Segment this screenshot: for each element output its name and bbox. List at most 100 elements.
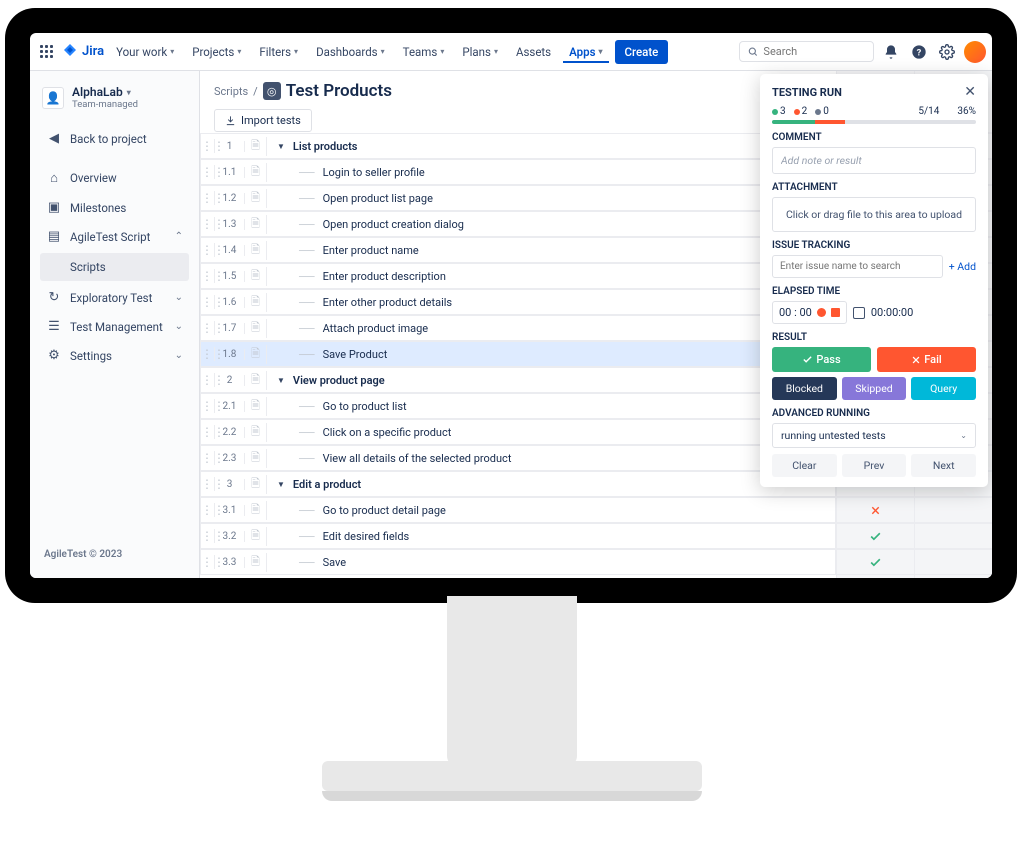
test-step-row[interactable]: ⋮⋮2.1🗎──Go to product list	[200, 393, 836, 419]
document-icon[interactable]: 🗎	[245, 241, 267, 260]
nav-teams[interactable]: Teams▾	[397, 41, 451, 63]
test-step-row[interactable]: ⋮⋮1.4🗎──Enter product name	[200, 237, 836, 263]
nav-assets[interactable]: Assets	[510, 41, 557, 63]
nav-dashboards[interactable]: Dashboards▾	[310, 41, 391, 63]
document-icon[interactable]: 🗎	[245, 449, 267, 468]
query-button[interactable]: Query	[911, 377, 976, 400]
drag-handle-icon[interactable]: ⋮⋮	[201, 399, 215, 413]
result-cell[interactable]	[915, 549, 992, 575]
nav-filters[interactable]: Filters▾	[253, 41, 304, 63]
document-icon[interactable]: 🗎	[245, 319, 267, 338]
issue-search-input[interactable]	[772, 255, 943, 278]
prev-button[interactable]: Prev	[842, 454, 907, 477]
copy-icon[interactable]	[853, 307, 865, 319]
user-avatar[interactable]	[964, 41, 986, 63]
drag-handle-icon[interactable]: ⋮⋮	[201, 477, 215, 491]
document-icon[interactable]: 🗎	[245, 397, 267, 416]
drag-handle-icon[interactable]: ⋮⋮	[201, 425, 215, 439]
sidebar-overview[interactable]: ⌂Overview	[40, 163, 189, 193]
timer-controls[interactable]: 00 : 00	[772, 301, 847, 324]
drag-handle-icon[interactable]: ⋮⋮	[201, 451, 215, 465]
document-icon[interactable]: 🗎	[245, 163, 267, 182]
test-step-row[interactable]: ⋮⋮1.3🗎──Open product creation dialog	[200, 211, 836, 237]
sidebar-milestones[interactable]: ▣Milestones	[40, 193, 189, 222]
document-icon[interactable]: 🗎	[245, 553, 267, 572]
sidebar-agiletest-script[interactable]: ▤AgileTest Script⌃	[40, 222, 189, 251]
sidebar-settings[interactable]: ⚙Settings⌄	[40, 341, 189, 370]
clear-button[interactable]: Clear	[772, 454, 837, 477]
test-step-row[interactable]: ⋮⋮3.3🗎──Save	[200, 549, 836, 575]
fail-button[interactable]: Fail	[877, 347, 976, 372]
document-icon[interactable]: 🗎	[245, 345, 267, 364]
advanced-select[interactable]: running untested tests ⌄	[772, 423, 976, 448]
test-step-row[interactable]: ⋮⋮1.1🗎──Login to seller profile	[200, 159, 836, 185]
test-step-row[interactable]: ⋮⋮1.8🗎──Save Product	[200, 341, 836, 367]
document-icon[interactable]: 🗎	[245, 527, 267, 546]
test-step-row[interactable]: ⋮⋮2.3🗎──View all details of the selected…	[200, 445, 836, 471]
record-icon[interactable]	[817, 308, 826, 317]
result-cell[interactable]	[837, 549, 914, 575]
nav-plans[interactable]: Plans▾	[456, 41, 504, 63]
import-tests-button[interactable]: Import tests	[214, 109, 312, 132]
search-input[interactable]	[739, 41, 874, 62]
test-step-row[interactable]: ⋮⋮1.2🗎──Open product list page	[200, 185, 836, 211]
help-icon[interactable]: ?	[908, 41, 930, 63]
test-step-row[interactable]: ⋮⋮1.5🗎──Enter product description	[200, 263, 836, 289]
document-icon[interactable]: 🗎	[245, 293, 267, 312]
upload-dropzone[interactable]: Click or drag file to this area to uploa…	[772, 197, 976, 232]
test-step-row[interactable]: ⋮⋮1.7🗎──Attach product image	[200, 315, 836, 341]
drag-handle-icon[interactable]: ⋮⋮	[201, 347, 215, 361]
stop-icon[interactable]	[831, 308, 840, 317]
drag-handle-icon[interactable]: ⋮⋮	[201, 139, 215, 153]
nav-your-work[interactable]: Your work▾	[110, 41, 180, 63]
drag-handle-icon[interactable]: ⋮⋮	[201, 529, 215, 543]
pass-button[interactable]: Pass	[772, 347, 871, 372]
document-icon[interactable]: 🗎	[245, 137, 267, 156]
test-step-row[interactable]: ⋮⋮2.2🗎──Click on a specific product	[200, 419, 836, 445]
jira-logo[interactable]: Jira	[62, 44, 104, 60]
test-step-row[interactable]: ⋮⋮3.2🗎──Edit desired fields	[200, 523, 836, 549]
document-icon[interactable]: 🗎	[245, 371, 267, 390]
drag-handle-icon[interactable]: ⋮⋮	[201, 295, 215, 309]
result-cell[interactable]	[837, 523, 914, 549]
document-icon[interactable]: 🗎	[245, 267, 267, 286]
project-selector[interactable]: 👤 AlphaLab ▾ Team-managed	[40, 85, 189, 110]
breadcrumb-scripts[interactable]: Scripts	[214, 85, 248, 98]
test-group-row[interactable]: ⋮⋮2🗎▼View product page	[200, 367, 836, 393]
drag-handle-icon[interactable]: ⋮⋮	[201, 555, 215, 569]
document-icon[interactable]: 🗎	[245, 215, 267, 234]
drag-handle-icon[interactable]: ⋮⋮	[201, 503, 215, 517]
next-button[interactable]: Next	[911, 454, 976, 477]
document-icon[interactable]: 🗎	[245, 501, 267, 520]
test-step-row[interactable]: ⋮⋮1.6🗎──Enter other product details	[200, 289, 836, 315]
notifications-icon[interactable]	[880, 41, 902, 63]
close-icon[interactable]: ✕	[964, 84, 976, 100]
drag-handle-icon[interactable]: ⋮⋮	[201, 243, 215, 257]
result-cell[interactable]	[837, 497, 914, 523]
document-icon[interactable]: 🗎	[245, 423, 267, 442]
result-cell[interactable]	[915, 497, 992, 523]
drag-handle-icon[interactable]: ⋮⋮	[201, 269, 215, 283]
comment-input[interactable]	[772, 147, 976, 174]
result-cell[interactable]	[915, 523, 992, 549]
drag-handle-icon[interactable]: ⋮⋮	[201, 217, 215, 231]
sidebar-test-management[interactable]: ☰Test Management⌄	[40, 312, 189, 341]
settings-icon[interactable]	[936, 41, 958, 63]
app-switcher-icon[interactable]	[36, 42, 56, 62]
back-to-project[interactable]: ◀Back to project	[40, 124, 189, 153]
document-icon[interactable]: 🗎	[245, 189, 267, 208]
document-icon[interactable]: 🗎	[245, 475, 267, 494]
skipped-button[interactable]: Skipped	[842, 377, 907, 400]
sidebar-exploratory[interactable]: ↻Exploratory Test⌄	[40, 283, 189, 312]
sidebar-scripts[interactable]: Scripts	[40, 253, 189, 281]
create-button[interactable]: Create	[615, 40, 669, 64]
drag-handle-icon[interactable]: ⋮⋮	[201, 165, 215, 179]
test-group-row[interactable]: ⋮⋮3🗎▼Edit a product	[200, 471, 836, 497]
drag-handle-icon[interactable]: ⋮⋮	[201, 191, 215, 205]
drag-handle-icon[interactable]: ⋮⋮	[201, 321, 215, 335]
test-group-row[interactable]: ⋮⋮1🗎▼List products	[200, 133, 836, 159]
drag-handle-icon[interactable]: ⋮⋮	[201, 373, 215, 387]
nav-apps[interactable]: Apps▾	[563, 41, 608, 63]
nav-projects[interactable]: Projects▾	[186, 41, 247, 63]
blocked-button[interactable]: Blocked	[772, 377, 837, 400]
